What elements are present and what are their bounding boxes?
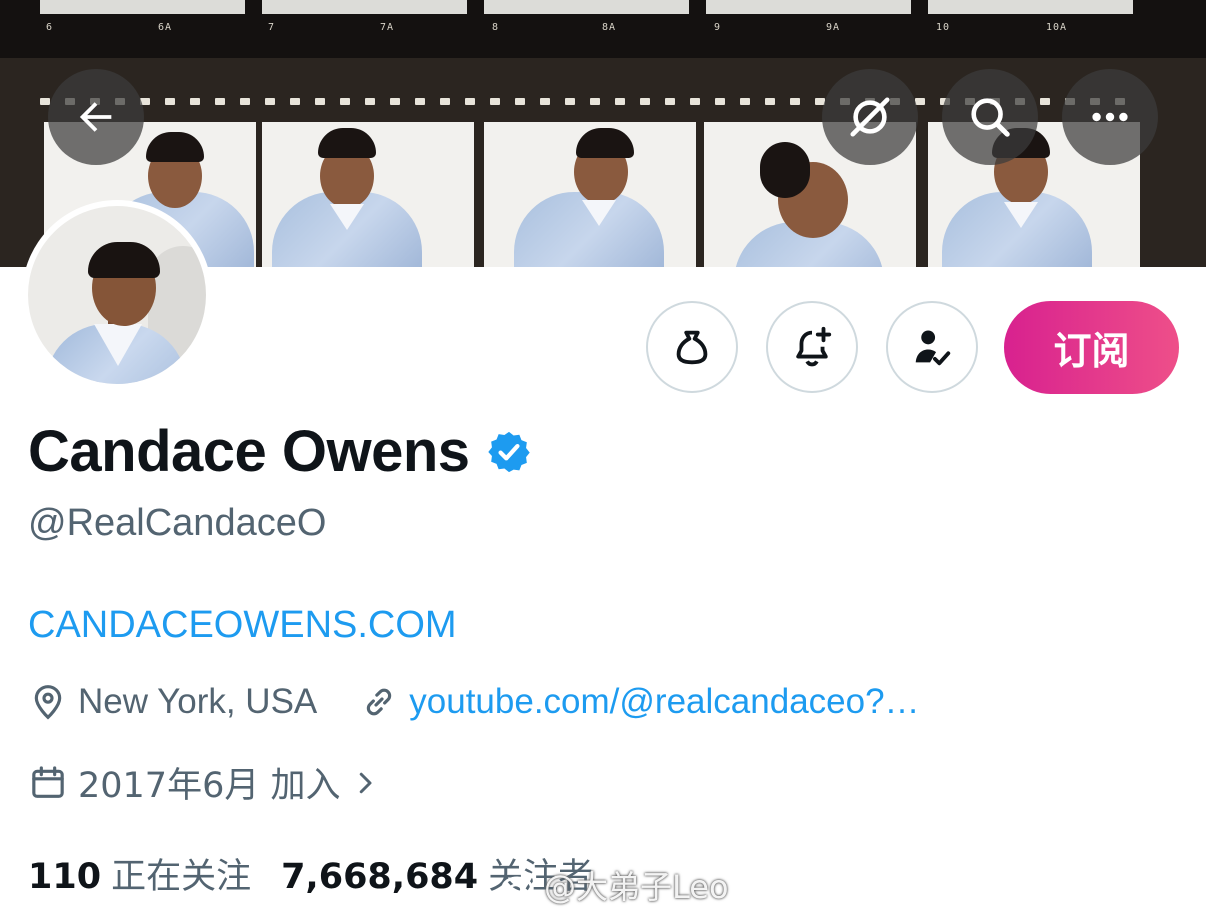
photo-hair — [318, 128, 376, 158]
film-sprocket — [315, 98, 325, 105]
following-stat[interactable]: 110 正在关注 — [28, 848, 251, 899]
film-sprocket — [365, 98, 375, 105]
frame-number: 7A — [380, 22, 395, 33]
frame-number: 8A — [602, 22, 617, 33]
film-sprocket — [415, 98, 425, 105]
location-pin-icon — [34, 685, 62, 720]
film-sprocket — [190, 98, 200, 105]
followers-count: 7,668,684 — [281, 857, 479, 897]
avatar[interactable] — [28, 206, 206, 384]
film-sprocket — [640, 98, 650, 105]
frame-number: 6A — [158, 22, 173, 33]
subscribe-button[interactable]: 订阅 — [1004, 301, 1179, 394]
frame-number: 9 — [714, 22, 722, 33]
frame-number: 10 — [936, 22, 951, 33]
more-horizontal-icon — [1092, 112, 1128, 122]
film-sprocket — [215, 98, 225, 105]
film-sprocket — [1040, 98, 1050, 105]
film-sprocket — [915, 98, 925, 105]
top-frame — [706, 0, 911, 14]
top-frame — [484, 0, 689, 14]
contact-photo — [484, 122, 696, 267]
following-count: 110 — [28, 857, 102, 897]
film-sprocket — [465, 98, 475, 105]
profile-name: Candace Owens — [28, 419, 470, 484]
film-sprocket — [790, 98, 800, 105]
film-sprocket — [590, 98, 600, 105]
film-sprocket — [390, 98, 400, 105]
search-button[interactable] — [942, 69, 1038, 165]
frame-number: 8 — [492, 22, 500, 33]
back-button[interactable] — [48, 69, 144, 165]
verified-badge-icon[interactable] — [486, 429, 532, 475]
film-strip-top: 6 6A 7 7A 8 8A 9 9A 10 10A — [0, 0, 1206, 58]
profile-name-row: Candace Owens — [28, 418, 532, 485]
tip-button[interactable] — [646, 301, 738, 393]
bell-plus-icon — [796, 326, 832, 367]
film-sprocket — [515, 98, 525, 105]
film-sprocket — [40, 98, 50, 105]
film-sprocket — [490, 98, 500, 105]
film-sprocket — [740, 98, 750, 105]
profile-location: New York, USA — [78, 682, 318, 721]
profile-meta-row: New York, USA youtube.com/@realcandaceo?… — [28, 682, 920, 722]
film-sprocket — [340, 98, 350, 105]
top-frame — [928, 0, 1133, 14]
frame-number: 10A — [1046, 22, 1068, 33]
frame-number: 6 — [46, 22, 54, 33]
more-button[interactable] — [1062, 69, 1158, 165]
weibo-watermark: @大弟子Leo — [500, 862, 729, 908]
film-sprocket — [665, 98, 675, 105]
photo-hair — [760, 142, 810, 198]
profile-join-row[interactable]: 2017年6月 加入 — [28, 757, 380, 808]
film-sprocket — [240, 98, 250, 105]
frame-number-row: 6 6A 7 7A 8 8A 9 9A 10 10A — [40, 22, 1140, 42]
watermark-text: @大弟子Leo — [544, 868, 729, 906]
profile-handle: @RealCandaceO — [28, 502, 327, 544]
notify-button[interactable] — [766, 301, 858, 393]
top-frame-row — [40, 0, 1140, 14]
chevron-right-icon — [360, 772, 372, 793]
user-check-icon — [915, 330, 951, 366]
avatar-hair — [88, 242, 160, 278]
grok-icon — [850, 97, 890, 137]
profile-website-link[interactable]: CANDACEOWENS.COM — [28, 604, 457, 647]
photo-hair — [146, 132, 204, 162]
film-sprocket — [565, 98, 575, 105]
film-sprocket — [440, 98, 450, 105]
contact-photo — [262, 122, 474, 267]
profile-youtube-link[interactable]: youtube.com/@realcandaceo?… — [409, 682, 919, 722]
profile-join-date: 2017年6月 加入 — [78, 766, 341, 806]
film-sprocket — [265, 98, 275, 105]
film-sprocket — [715, 98, 725, 105]
film-sprocket — [615, 98, 625, 105]
film-sprocket — [690, 98, 700, 105]
film-sprocket — [540, 98, 550, 105]
film-sprocket — [290, 98, 300, 105]
following-label: 正在关注 — [111, 857, 252, 897]
follows-you-button[interactable] — [886, 301, 978, 393]
frame-number: 7 — [268, 22, 276, 33]
calendar-icon — [32, 765, 64, 798]
film-sprocket — [165, 98, 175, 105]
top-frame — [262, 0, 467, 14]
top-frame — [40, 0, 245, 14]
grok-button[interactable] — [822, 69, 918, 165]
frame-number: 9A — [826, 22, 841, 33]
link-icon — [367, 688, 392, 716]
search-icon — [971, 98, 1010, 137]
photo-hair — [576, 128, 634, 158]
film-sprocket — [765, 98, 775, 105]
money-bag-icon — [676, 330, 708, 365]
weibo-logo-icon — [501, 872, 536, 900]
arrow-left-icon — [79, 102, 112, 132]
